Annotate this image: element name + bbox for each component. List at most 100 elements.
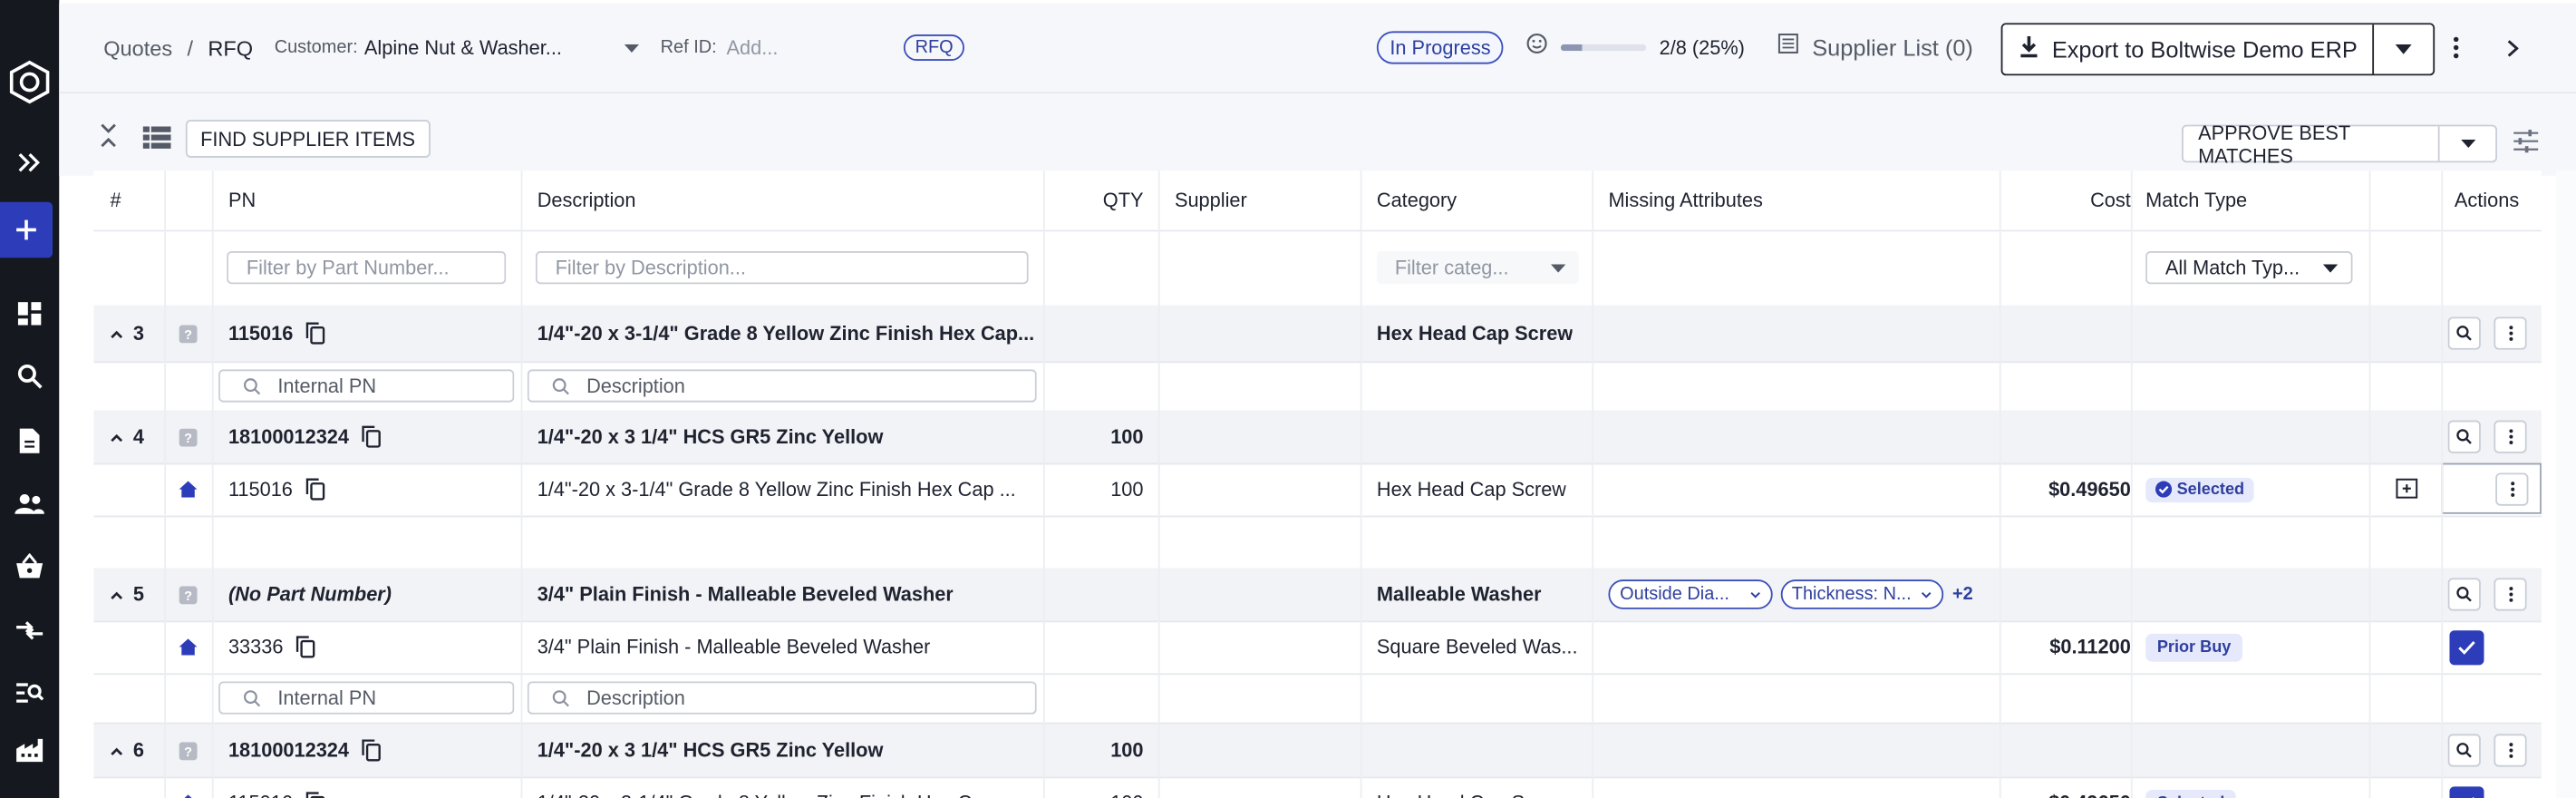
copy-icon[interactable] <box>306 322 326 345</box>
description-search-input[interactable]: Description <box>527 681 1037 715</box>
chevron-right-icon[interactable] <box>2507 4 2519 92</box>
find-supplier-items-button[interactable]: FIND SUPPLIER ITEMS <box>185 120 431 158</box>
match-type-filter-select[interactable]: All Match Typ... <box>2145 251 2353 285</box>
search-icon[interactable] <box>2447 734 2481 767</box>
col-header-pn[interactable]: PN <box>228 170 256 229</box>
missing-more-count[interactable]: +2 <box>1952 585 1973 605</box>
export-dropdown-button[interactable] <box>2374 24 2433 73</box>
factory-icon[interactable] <box>0 725 59 774</box>
expand-icon[interactable] <box>0 138 59 187</box>
ref-id-field[interactable]: Ref ID: Add... <box>661 4 779 92</box>
add-box-icon[interactable] <box>2396 463 2420 516</box>
progress-bar <box>1560 44 1647 52</box>
more-vert-icon[interactable] <box>2494 420 2527 453</box>
search-icon[interactable] <box>2447 420 2481 453</box>
customer-label: Customer: <box>274 37 358 58</box>
item-qty: 100 <box>1047 776 1143 798</box>
approve-best-matches-button[interactable]: APPROVE BEST MATCHES <box>2184 121 2438 167</box>
table-row-item[interactable]: 115016 1/4"-20 x 3-1/4" Grade 8 Yellow Z… <box>93 776 2542 798</box>
add-icon[interactable] <box>0 201 53 258</box>
supplier-list-button[interactable]: Supplier List (0) <box>1777 4 1973 92</box>
search-icon[interactable] <box>0 351 59 400</box>
copy-icon[interactable] <box>363 425 383 448</box>
copy-icon[interactable] <box>305 792 325 798</box>
col-header-num[interactable]: # <box>110 170 121 229</box>
basket-icon[interactable] <box>0 542 59 591</box>
description-placeholder: Description <box>586 374 685 398</box>
export-button[interactable]: Export to Boltwise Demo ERP <box>2002 24 2375 74</box>
copy-icon[interactable] <box>363 739 383 762</box>
check-circle-icon <box>2155 481 2173 498</box>
table-row-item[interactable]: 33336 3/4" Plain Finish - Malleable Beve… <box>93 620 2542 676</box>
category-filter-value: Filter categ... <box>1394 256 1509 279</box>
group-pn: 115016 <box>228 321 294 345</box>
match-type-badge: Selected <box>2145 789 2237 798</box>
col-header-supplier[interactable]: Supplier <box>1175 170 1247 229</box>
category-filter-select[interactable]: Filter categ... <box>1376 251 1579 285</box>
ref-id-input[interactable]: Add... <box>727 36 779 59</box>
table-row-group[interactable]: 4 ? 18100012324 1/4"-20 x 3 1/4" HCS GR5… <box>93 410 2542 465</box>
more-vert-icon[interactable] <box>2494 578 2527 611</box>
search-icon[interactable] <box>2447 578 2481 611</box>
more-vert-icon[interactable] <box>2495 472 2529 506</box>
col-header-category[interactable]: Category <box>1377 170 1457 229</box>
approve-best-matches-group: APPROVE BEST MATCHES <box>2182 121 2497 167</box>
status-wrap: In Progress <box>1376 4 1505 92</box>
dashboard-icon[interactable] <box>0 289 59 338</box>
columns-icon[interactable] <box>142 126 171 157</box>
breadcrumb-quotes-link[interactable]: Quotes <box>103 35 172 60</box>
row-number: 6 <box>132 738 144 763</box>
item-description: 1/4"-20 x 3-1/4" Grade 8 Yellow Zinc Fin… <box>537 477 1016 501</box>
col-header-qty[interactable]: QTY <box>1047 170 1144 229</box>
internal-pn-search-input[interactable]: Internal PN <box>218 369 515 403</box>
settings-sliders-icon[interactable] <box>2513 130 2539 161</box>
table-row-item[interactable]: 115016 1/4"-20 x 3-1/4" Grade 8 Yellow Z… <box>93 462 2542 518</box>
more-vert-icon[interactable] <box>2494 316 2527 350</box>
internal-pn-search-input[interactable]: Internal PN <box>218 681 515 715</box>
actions-cell-focused[interactable] <box>2441 462 2542 514</box>
collapse-icon[interactable] <box>101 123 117 156</box>
col-header-actions[interactable]: Actions <box>2455 170 2519 229</box>
match-type-filter-value: All Match Typ... <box>2164 256 2300 279</box>
internal-pn-placeholder: Internal PN <box>277 686 377 710</box>
col-header-cost[interactable]: Cost <box>2000 170 2131 229</box>
table-row-group[interactable]: 6 ? 18100012324 1/4"-20 x 3 1/4" HCS GR5… <box>93 724 2542 779</box>
approve-checkbox[interactable] <box>2449 785 2484 798</box>
approve-checkbox[interactable] <box>2449 629 2484 665</box>
customer-value: Alpine Nut & Washer... <box>363 35 562 60</box>
chevron-down-icon <box>1922 591 1932 598</box>
missing-attribute-chip[interactable]: Outside Dia... <box>1608 579 1773 609</box>
people-icon[interactable] <box>0 480 59 529</box>
description-filter-input[interactable]: Filter by Description... <box>535 251 1029 285</box>
customer-select[interactable]: Customer: Alpine Nut & Washer... <box>274 4 640 92</box>
missing-attribute-chip[interactable]: Thickness: N... <box>1780 579 1944 609</box>
search-icon[interactable] <box>2447 316 2481 350</box>
col-header-match-type[interactable]: Match Type <box>2145 170 2247 229</box>
copy-icon[interactable] <box>296 636 316 658</box>
copy-icon[interactable] <box>305 478 325 501</box>
chip-label: Thickness: N... <box>1791 584 1912 605</box>
approve-dropdown-button[interactable] <box>2437 126 2495 161</box>
compare-icon[interactable] <box>0 606 59 655</box>
table-row-group[interactable]: 5 ? (No Part Number) 3/4" Plain Finish -… <box>93 568 2542 623</box>
table-row-group[interactable]: 3 ? 115016 1/4"-20 x 3-1/4" Grade 8 Yell… <box>93 305 2542 364</box>
chevron-up-icon[interactable] <box>110 590 123 599</box>
chevron-up-icon[interactable] <box>110 746 123 755</box>
list-search-icon[interactable] <box>0 668 59 717</box>
home-icon <box>179 620 198 673</box>
col-header-missing-attributes[interactable]: Missing Attributes <box>1608 170 1762 229</box>
more-vert-icon[interactable] <box>2453 4 2459 92</box>
pn-filter-input[interactable]: Filter by Part Number... <box>227 251 507 285</box>
description-search-input[interactable]: Description <box>527 369 1037 403</box>
vertical-scrollbar[interactable] <box>2556 170 2576 798</box>
chevron-up-icon[interactable] <box>110 329 123 338</box>
status-badge[interactable]: In Progress <box>1376 31 1505 64</box>
chevron-up-icon[interactable] <box>110 433 123 442</box>
col-header-description[interactable]: Description <box>537 170 636 229</box>
logo-hexagon-icon[interactable] <box>0 53 59 112</box>
export-button-group: Export to Boltwise Demo ERP <box>2000 23 2436 76</box>
chip-label: Outside Dia... <box>1620 584 1729 605</box>
more-vert-icon[interactable] <box>2494 734 2527 767</box>
document-icon[interactable] <box>0 415 59 464</box>
table-filter-row: Filter by Part Number... Filter by Descr… <box>93 229 2542 307</box>
